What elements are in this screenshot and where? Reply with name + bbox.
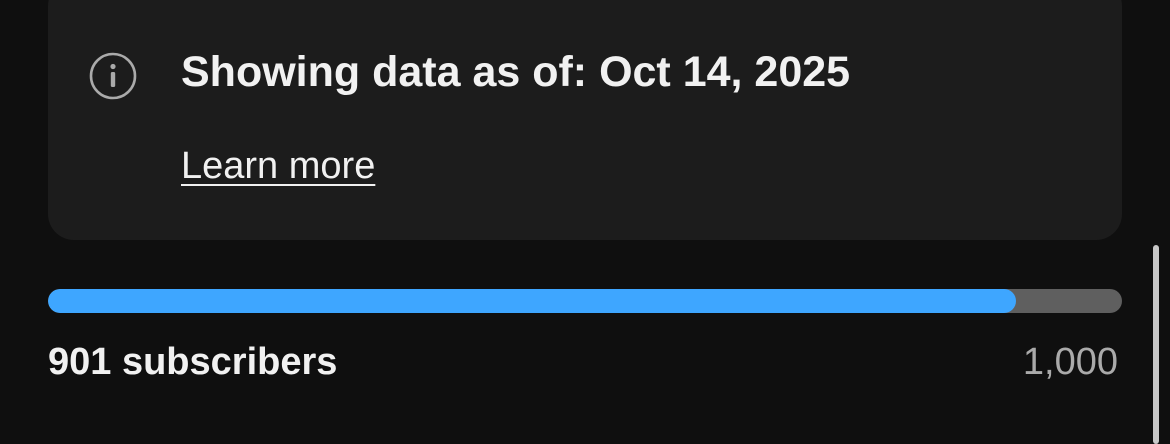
learn-more-link[interactable]: Learn more [181, 143, 375, 189]
info-icon [89, 52, 137, 100]
data-freshness-card [48, 0, 1122, 240]
subscriber-progress-fill [48, 289, 1016, 313]
data-as-of-text: Showing data as of: Oct 14, 2025 [181, 48, 851, 96]
subscriber-goal-label: 1,000 [1022, 341, 1118, 383]
scrollbar[interactable] [1153, 245, 1159, 444]
current-subscribers-label: 901 subscribers [48, 341, 338, 383]
subscriber-goal-panel: Showing data as of: Oct 14, 2025 Learn m… [0, 0, 1170, 444]
subscriber-progress-bar [48, 289, 1122, 313]
